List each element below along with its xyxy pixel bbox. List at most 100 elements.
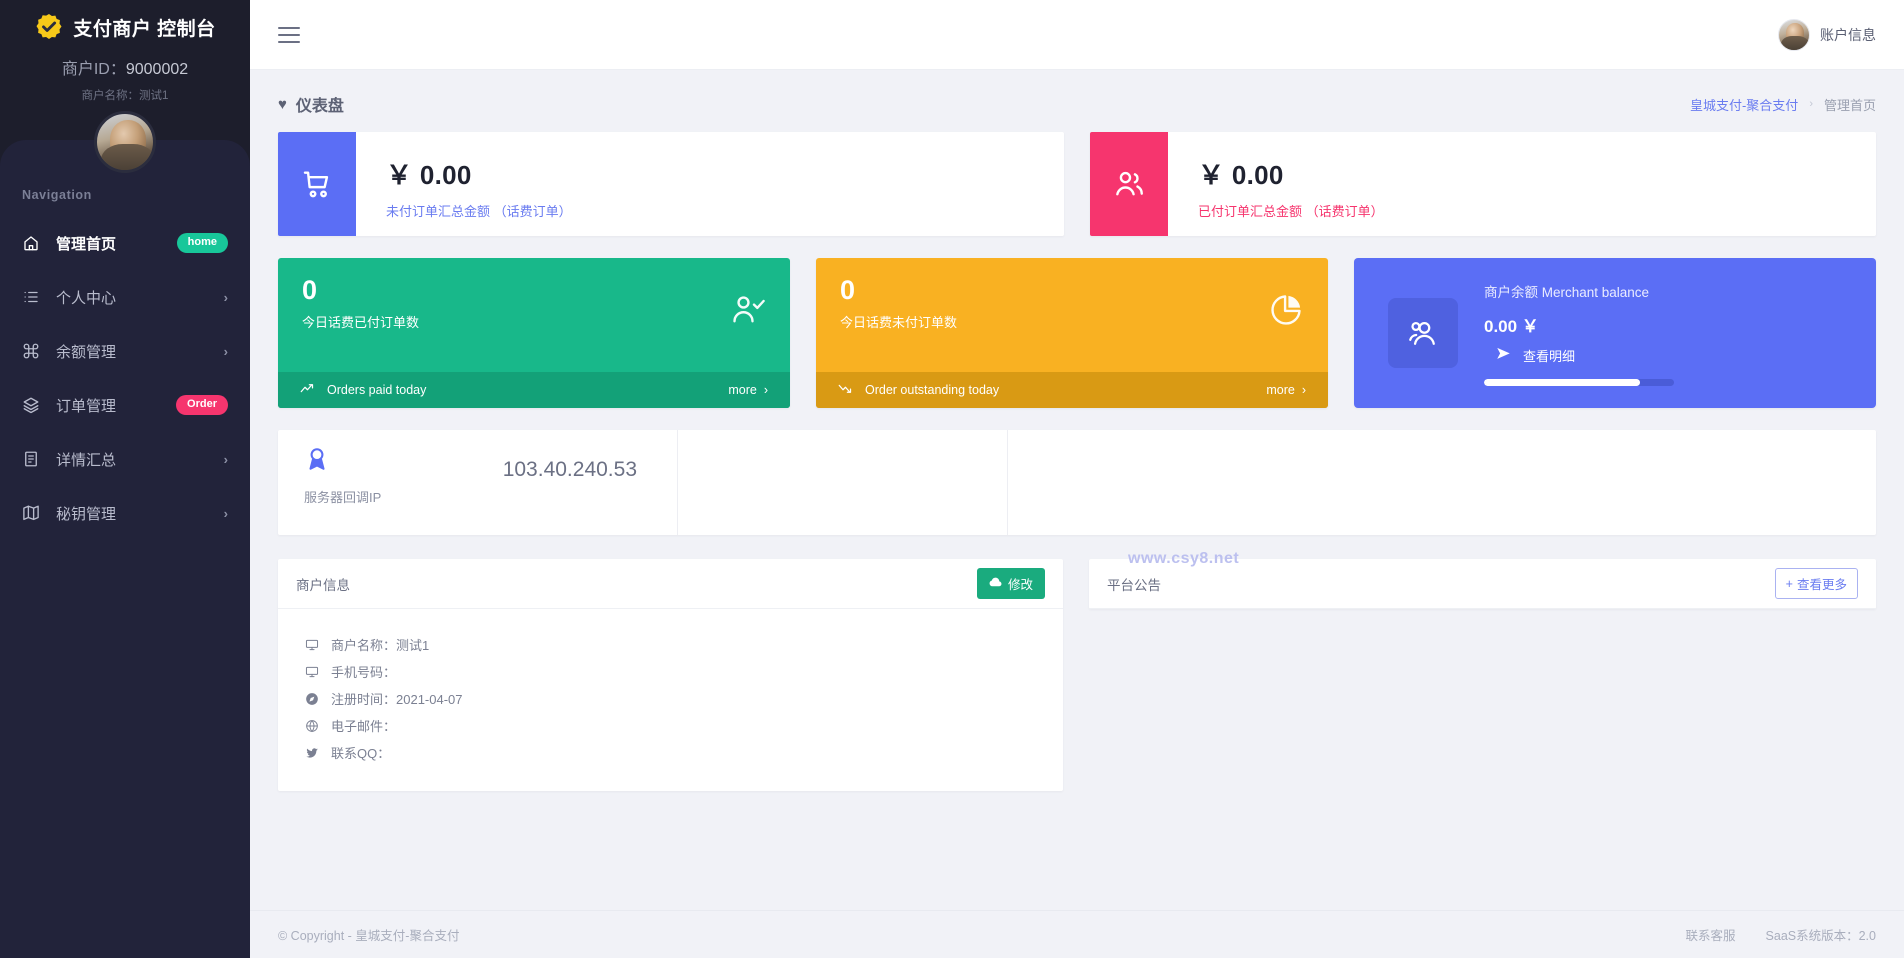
merchant-id-value: 9000002 [125,61,189,78]
account-menu[interactable]: 账户信息 [1778,18,1876,51]
tile-more[interactable]: more › [728,383,768,397]
server-ip-top: 103.40.240.53 [304,446,655,482]
balance-progress-fill [1484,378,1640,386]
balance-title: 商户余额 Merchant balance [1484,284,1650,300]
breadcrumb: 皇城支付-聚合支付 › 管理首页 [1690,95,1876,114]
chevron-right-icon: › [223,343,228,359]
server-ip-label: 服务器回调IP [304,490,382,505]
server-ip-empty-cell [1008,430,1876,535]
stat-caption: 未付订单汇总金额 （话费订单） [386,204,572,219]
layers-icon [22,396,40,414]
sidebar-item-orders[interactable]: 订单管理 Order [0,378,250,432]
footer-support-link[interactable]: 联系客服 [1686,925,1736,944]
list-item: 商户名称：测试1 [304,631,1063,658]
tile-subtitle: 今日话费已付订单数 [302,315,420,331]
tile-number: 0 [302,275,318,305]
nav-header: Navigation [22,188,92,202]
sidebar-item-label: 秘钥管理 [56,505,117,523]
sidebar-item-details-summary[interactable]: 详情汇总 › [0,432,250,486]
page-title: ♥ 仪表盘 [278,92,344,116]
tile-footer[interactable]: Order outstanding today more › [816,372,1328,408]
badge-order: Order [176,395,228,415]
list-item-text: 注册时间：2021-04-07 [331,692,463,707]
page-title-text: 仪表盘 [295,98,344,115]
sidebar-item-label: 详情汇总 [56,451,117,469]
nav-panel: Navigation 管理首页 home 个人中心 › 余额管理 › 订单管理 … [0,140,250,958]
sidebar-item-home[interactable]: 管理首页 home [0,216,250,270]
hamburger-icon[interactable] [278,22,300,48]
stat-card-unpaid: ￥ 0.00 未付订单汇总金额 （话费订单） [278,132,1064,236]
content: ♥ 仪表盘 皇城支付-聚合支付 › 管理首页 ￥ 0.00 未付订单汇总金额 （… [250,70,1904,910]
tile-orders-paid-today: 0 今日话费已付订单数 Orders paid today more › [278,258,790,408]
tile-text: 0 今日话费未付订单数 [840,276,957,372]
heart-icon: ♥ [278,95,287,113]
list-item-text: 商户名称：测试1 [331,638,430,653]
stat-body: ￥ 0.00 未付订单汇总金额 （话费订单） [356,132,572,236]
user-avatar [1778,18,1810,51]
sidebar-item-label: 个人中心 [56,289,117,307]
stat-amount: ￥ 0.00 [1198,160,1284,190]
balance-progress-bar [1484,378,1674,386]
footer-right: 联系客服 SaaS系统版本：2.0 [1686,925,1876,944]
tile-footer-label: Order outstanding today [865,383,1000,397]
chevron-right-icon: › [223,289,228,305]
topbar: 账户信息 [250,0,1904,70]
stat-row: ￥ 0.00 未付订单汇总金额 （话费订单） ￥ 0.00 已付订单汇总金额 （… [278,132,1876,236]
list-item: 电子邮件： [304,712,1063,739]
chevron-right-icon: › [223,505,228,521]
monitor-icon [304,664,319,679]
tile-more-label: more [1266,383,1295,397]
tiles-row: 0 今日话费已付订单数 Orders paid today more › 0 今… [278,258,1876,408]
merchant-info-list: 商户名称：测试1 手机号码： 注册时间：2021-04-07 电子邮件： 联系Q… [278,609,1063,766]
tile-more[interactable]: more › [1266,383,1306,397]
tile-more-label: more [728,383,757,397]
globe-icon [304,718,319,733]
server-ip-empty-cell [678,430,1008,535]
stat-card-paid: ￥ 0.00 已付订单汇总金额 （话费订单） [1090,132,1876,236]
trend-down-icon [838,381,853,399]
modify-button[interactable]: 修改 [976,568,1045,599]
tile-text: 0 今日话费已付订单数 [302,276,419,372]
sidebar-item-balance[interactable]: 余额管理 › [0,324,250,378]
breadcrumb-link[interactable]: 皇城支付-聚合支付 [1690,95,1798,114]
chevron-right-icon: › [1301,383,1306,397]
announcement-panel: 平台公告 + 查看更多 [1089,559,1876,609]
page-head: ♥ 仪表盘 皇城支付-聚合支付 › 管理首页 [278,92,1876,116]
sidebar-item-personal-center[interactable]: 个人中心 › [0,270,250,324]
list-item-text: 电子邮件： [331,719,397,734]
brand-title: 支付商户 控制台 [73,18,216,40]
merchant-info-header: 商户信息 修改 [278,559,1063,609]
merchant-name: 商户名称：测试1 [81,90,169,102]
app-root: 支付商户 控制台 商户ID：9000002 商户名称：测试1 Navigatio… [0,0,1904,958]
tile-footer-label: Orders paid today [327,383,427,397]
footer-version: SaaS系统版本：2.0 [1765,929,1876,943]
avatar [94,111,156,173]
bottom-panels: 商户信息 修改 商户名称：测试1 手机号码： 注册时间：2021-04-07 电… [278,559,1876,791]
merchant-balance-card: 商户余额 Merchant balance 0.00 ￥ 查看明细 [1354,258,1876,408]
sidebar-item-key-management[interactable]: 秘钥管理 › [0,486,250,540]
balance-detail-link[interactable]: 查看明细 [1484,346,1842,365]
stat-body: ￥ 0.00 已付订单汇总金额 （话费订单） [1168,132,1384,236]
view-more-button[interactable]: + 查看更多 [1774,568,1858,599]
list-icon [22,288,40,306]
award-icon [304,446,330,477]
badge-home: home [176,233,228,253]
list-item-text: 联系QQ： [331,746,391,761]
sidebar-item-label: 订单管理 [56,397,117,415]
map-icon [22,504,40,522]
group-users-icon [1388,298,1458,368]
tile-number: 0 [840,275,856,305]
tile-footer-left: Orders paid today [300,381,426,399]
main-area: 账户信息 ♥ 仪表盘 皇城支付-聚合支付 › 管理首页 ￥ 0.00 未付订单汇… [250,0,1904,958]
view-more-label: 查看更多 [1796,578,1847,592]
compass-icon [304,691,319,706]
brand: 支付商户 控制台 [0,0,250,46]
announcement-header: 平台公告 + 查看更多 [1089,559,1876,609]
trend-up-icon [300,381,315,399]
merchant-info-title: 商户信息 [296,577,350,593]
chevron-right-icon: › [1809,98,1813,110]
monitor-icon [304,637,319,652]
user-check-icon [730,276,766,372]
tile-footer[interactable]: Orders paid today more › [278,372,790,408]
tile-orders-outstanding-today: 0 今日话费未付订单数 Order outstanding today more… [816,258,1328,408]
